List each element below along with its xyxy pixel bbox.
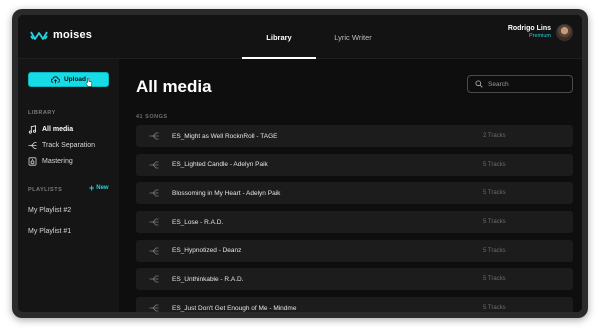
new-playlist-label: New bbox=[96, 185, 109, 191]
track-count: 2 Tracks bbox=[483, 133, 506, 139]
sidebar-item-playlist-2[interactable]: My Playlist #2 bbox=[28, 207, 71, 214]
app-window: moises Library Lyric Writer Rodrigo Lins… bbox=[18, 15, 582, 312]
moises-logo-icon bbox=[30, 31, 48, 40]
tab-lyric-writer[interactable]: Lyric Writer bbox=[316, 15, 390, 59]
list-item[interactable]: ES_Hypnotized - Deanz 5 Tracks bbox=[136, 239, 573, 262]
library-section-label: LIBRARY bbox=[28, 110, 56, 116]
song-title: ES_Lighted Candle - Adelyn Paik bbox=[172, 161, 268, 169]
sidebar: Upload LIBRARY All media Track Separatio… bbox=[18, 59, 119, 312]
sidebar-item-all-media[interactable]: All media bbox=[28, 125, 73, 134]
search-input[interactable]: Search bbox=[467, 75, 573, 93]
main-content: All media Search 41 SONGS ES_Might as We… bbox=[119, 59, 582, 312]
list-item[interactable]: Blossoming in My Heart - Adelyn Paik 5 T… bbox=[136, 182, 573, 205]
sidebar-item-label: All media bbox=[42, 126, 74, 133]
avatar[interactable] bbox=[556, 24, 573, 41]
sidebar-item-mastering[interactable]: Mastering bbox=[28, 157, 73, 166]
search-icon bbox=[475, 80, 483, 88]
split-icon bbox=[149, 218, 159, 226]
track-count: 5 Tracks bbox=[483, 276, 506, 283]
song-title: ES_Might as Well RocknRoll - TAGE bbox=[172, 132, 278, 140]
upload-button[interactable]: Upload bbox=[28, 72, 109, 87]
split-icon bbox=[149, 276, 159, 283]
mastering-icon bbox=[28, 157, 37, 166]
song-title: Blossoming in My Heart - Adelyn Paik bbox=[172, 189, 281, 197]
top-bar: moises Library Lyric Writer Rodrigo Lins… bbox=[18, 15, 582, 59]
split-icon bbox=[149, 161, 159, 169]
track-count: 5 Tracks bbox=[483, 219, 506, 226]
list-item[interactable]: ES_Just Don't Get Enough of Me - Mindme … bbox=[136, 297, 573, 312]
split-icon bbox=[149, 132, 159, 140]
song-title: ES_Lose - R.A.D. bbox=[172, 218, 224, 226]
song-title: ES_Unthinkable - R.A.D. bbox=[172, 275, 244, 283]
sidebar-item-playlist-1[interactable]: My Playlist #1 bbox=[28, 228, 71, 235]
track-count: 5 Tracks bbox=[483, 190, 506, 197]
user-plan: Premium bbox=[528, 33, 551, 40]
track-count: 5 Tracks bbox=[483, 305, 506, 312]
plus-icon: + bbox=[89, 183, 95, 193]
song-list: ES_Might as Well RocknRoll - TAGE 2 Trac… bbox=[136, 125, 573, 312]
list-item[interactable]: ES_Might as Well RocknRoll - TAGE 2 Trac… bbox=[136, 125, 573, 147]
moises-logo[interactable]: moises bbox=[30, 29, 92, 41]
tab-library[interactable]: Library bbox=[242, 15, 316, 59]
upload-icon bbox=[50, 75, 60, 83]
app-name: moises bbox=[53, 29, 93, 41]
user-menu[interactable]: Rodrigo Lins Premium bbox=[508, 24, 573, 41]
sidebar-item-track-separation[interactable]: Track Separation bbox=[28, 141, 95, 150]
device-frame: moises Library Lyric Writer Rodrigo Lins… bbox=[12, 9, 588, 318]
split-icon bbox=[149, 189, 159, 197]
page-title: All media bbox=[136, 77, 212, 96]
song-title: ES_Just Don't Get Enough of Me - Mindme bbox=[172, 304, 297, 312]
playlists-section-label: PLAYLISTS bbox=[28, 187, 63, 193]
song-title: ES_Hypnotized - Deanz bbox=[172, 247, 242, 255]
split-icon bbox=[149, 304, 159, 312]
track-count: 5 Tracks bbox=[483, 161, 506, 168]
new-playlist-button[interactable]: + New bbox=[89, 183, 109, 193]
sidebar-item-label: Mastering bbox=[42, 158, 73, 165]
search-placeholder: Search bbox=[488, 80, 509, 88]
music-note-icon bbox=[28, 125, 37, 134]
sidebar-item-label: Track Separation bbox=[42, 142, 96, 149]
song-count: 41 SONGS bbox=[136, 114, 168, 120]
user-info: Rodrigo Lins Premium bbox=[508, 25, 551, 39]
track-count: 5 Tracks bbox=[483, 247, 506, 254]
user-name: Rodrigo Lins bbox=[507, 25, 551, 33]
list-item[interactable]: ES_Lose - R.A.D. 5 Tracks bbox=[136, 211, 573, 234]
list-item[interactable]: ES_Unthinkable - R.A.D. 5 Tracks bbox=[136, 268, 573, 291]
mouse-pointer-icon bbox=[85, 78, 93, 87]
split-icon bbox=[28, 142, 37, 149]
upload-label: Upload bbox=[63, 76, 87, 83]
list-item[interactable]: ES_Lighted Candle - Adelyn Paik 5 Tracks bbox=[136, 153, 573, 176]
split-icon bbox=[149, 247, 159, 255]
